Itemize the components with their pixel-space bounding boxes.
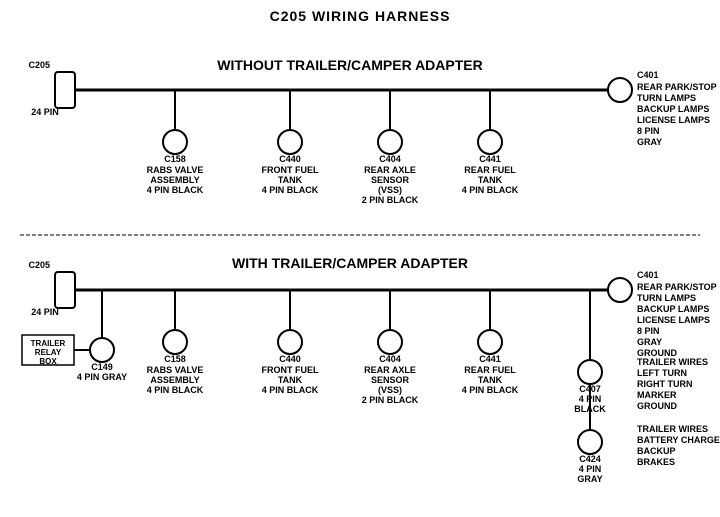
svg-text:GRAY: GRAY [577, 474, 602, 484]
svg-text:RIGHT TURN: RIGHT TURN [637, 379, 693, 389]
svg-text:REAR AXLE: REAR AXLE [364, 365, 416, 375]
svg-text:8 PIN: 8 PIN [637, 326, 660, 336]
svg-text:C205: C205 [28, 60, 50, 70]
svg-text:TRAILER WIRES: TRAILER WIRES [637, 424, 708, 434]
svg-text:GROUND: GROUND [637, 401, 677, 411]
svg-text:C440: C440 [279, 354, 301, 364]
svg-text:C424: C424 [579, 454, 601, 464]
svg-text:24 PIN: 24 PIN [31, 107, 59, 117]
svg-text:TANK: TANK [278, 375, 303, 385]
svg-text:4 PIN: 4 PIN [579, 464, 602, 474]
svg-text:C158: C158 [164, 354, 186, 364]
svg-text:ASSEMBLY: ASSEMBLY [150, 175, 199, 185]
svg-text:C158: C158 [164, 154, 186, 164]
section2-label: WITH TRAILER/CAMPER ADAPTER [232, 255, 468, 271]
svg-text:(VSS): (VSS) [378, 185, 402, 195]
svg-text:RELAY: RELAY [35, 348, 62, 357]
svg-text:TURN LAMPS: TURN LAMPS [637, 293, 696, 303]
svg-text:BACKUP LAMPS: BACKUP LAMPS [637, 304, 709, 314]
svg-text:ASSEMBLY: ASSEMBLY [150, 375, 199, 385]
svg-text:REAR PARK/STOP: REAR PARK/STOP [637, 282, 717, 292]
svg-text:BRAKES: BRAKES [637, 457, 675, 467]
svg-text:REAR FUEL: REAR FUEL [464, 365, 516, 375]
svg-text:TURN LAMPS: TURN LAMPS [637, 93, 696, 103]
svg-text:BACKUP LAMPS: BACKUP LAMPS [637, 104, 709, 114]
svg-text:RABS VALVE: RABS VALVE [147, 165, 204, 175]
svg-text:C441: C441 [479, 154, 501, 164]
svg-text:SENSOR: SENSOR [371, 375, 410, 385]
svg-text:4 PIN BLACK: 4 PIN BLACK [462, 185, 519, 195]
svg-text:BOX: BOX [39, 357, 57, 366]
svg-text:8 PIN: 8 PIN [637, 126, 660, 136]
svg-text:2 PIN BLACK: 2 PIN BLACK [362, 395, 419, 405]
svg-text:C441: C441 [479, 354, 501, 364]
svg-text:C404: C404 [379, 354, 401, 364]
svg-text:REAR AXLE: REAR AXLE [364, 165, 416, 175]
svg-text:MARKER: MARKER [637, 390, 677, 400]
svg-text:4 PIN BLACK: 4 PIN BLACK [262, 385, 319, 395]
svg-text:LEFT TURN: LEFT TURN [637, 368, 687, 378]
diagram-container: C205 WIRING HARNESS WITHOUT TRAILER/CAMP… [0, 0, 720, 517]
svg-text:4 PIN BLACK: 4 PIN BLACK [462, 385, 519, 395]
svg-text:GRAY: GRAY [637, 337, 662, 347]
svg-text:24 PIN: 24 PIN [31, 307, 59, 317]
svg-text:LICENSE LAMPS: LICENSE LAMPS [637, 115, 710, 125]
svg-text:C440: C440 [279, 154, 301, 164]
svg-text:TRAILER WIRES: TRAILER WIRES [637, 357, 708, 367]
svg-text:REAR PARK/STOP: REAR PARK/STOP [637, 82, 717, 92]
svg-text:SENSOR: SENSOR [371, 175, 410, 185]
svg-text:C401: C401 [637, 70, 659, 80]
svg-text:RABS VALVE: RABS VALVE [147, 365, 204, 375]
svg-text:C205: C205 [28, 260, 50, 270]
svg-text:TRAILER: TRAILER [31, 339, 66, 348]
svg-text:4 PIN BLACK: 4 PIN BLACK [262, 185, 319, 195]
section1-label: WITHOUT TRAILER/CAMPER ADAPTER [217, 57, 482, 73]
svg-text:REAR FUEL: REAR FUEL [464, 165, 516, 175]
svg-text:BACKUP: BACKUP [637, 446, 676, 456]
svg-text:4 PIN BLACK: 4 PIN BLACK [147, 185, 204, 195]
svg-text:(VSS): (VSS) [378, 385, 402, 395]
svg-text:LICENSE LAMPS: LICENSE LAMPS [637, 315, 710, 325]
svg-text:FRONT FUEL: FRONT FUEL [262, 365, 319, 375]
svg-text:BATTERY CHARGE: BATTERY CHARGE [637, 435, 720, 445]
svg-text:TANK: TANK [278, 175, 303, 185]
svg-text:FRONT FUEL: FRONT FUEL [262, 165, 319, 175]
svg-text:4 PIN GRAY: 4 PIN GRAY [77, 372, 127, 382]
svg-text:C149: C149 [91, 362, 113, 372]
svg-text:C401: C401 [637, 270, 659, 280]
svg-text:C404: C404 [379, 154, 401, 164]
svg-text:GRAY: GRAY [637, 137, 662, 147]
svg-text:2 PIN BLACK: 2 PIN BLACK [362, 195, 419, 205]
svg-text:4 PIN BLACK: 4 PIN BLACK [147, 385, 204, 395]
svg-text:TANK: TANK [478, 375, 503, 385]
svg-text:TANK: TANK [478, 175, 503, 185]
